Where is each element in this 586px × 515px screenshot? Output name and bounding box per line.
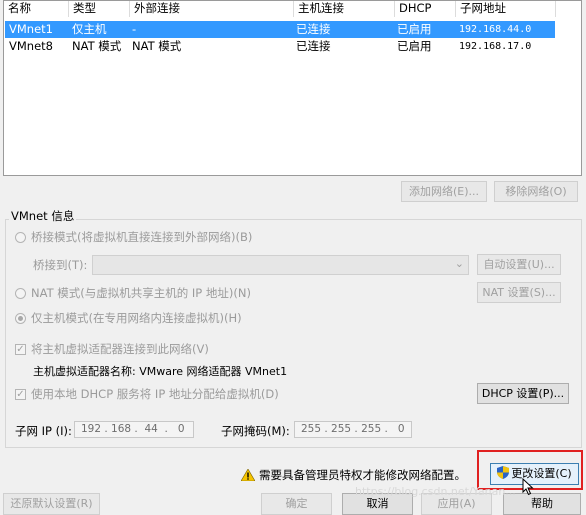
connect-adapter-checkbox[interactable]: ✓ — [15, 344, 26, 355]
row-subnet: 192.168.44.0 — [459, 24, 532, 35]
row-name: VMnet1 — [9, 22, 53, 36]
host-only-mode-radio[interactable] — [15, 313, 26, 324]
bridged-mode-label: 桥接模式(将虚拟机直接连接到外部网络)(B) — [31, 230, 253, 244]
column-header-host[interactable]: 主机连接 — [294, 1, 395, 17]
use-dhcp-checkbox[interactable]: ✓ — [15, 389, 26, 400]
admin-notice-text: 需要具备管理员特权才能修改网络配置。 — [259, 468, 466, 482]
change-settings-label: 更改设置(C) — [511, 467, 572, 480]
use-dhcp-label: 使用本地 DHCP 服务将 IP 地址分配给虚拟机(D) — [31, 387, 279, 401]
host-only-mode-label: 仅主机模式(在专用网络内连接虚拟机)(H) — [31, 311, 242, 325]
nat-mode-radio[interactable] — [15, 288, 26, 299]
bridged-to-dropdown[interactable]: ⌄ — [92, 255, 469, 275]
row-subnet: 192.168.17.0 — [459, 41, 532, 52]
column-header-subnet[interactable]: 子网地址 — [456, 1, 556, 17]
row-type: 仅主机 — [72, 22, 107, 36]
auto-settings-button[interactable]: 自动设置(U)... — [477, 254, 561, 275]
row-dhcp: 已启用 — [397, 22, 432, 36]
warning-triangle-icon — [240, 468, 256, 482]
subnet-mask-label: 子网掩码(M): — [221, 424, 290, 438]
nat-settings-button[interactable]: NAT 设置(S)... — [477, 282, 561, 303]
network-list[interactable]: 名称 类型 外部连接 主机连接 DHCP 子网地址 VMnet1 仅主机 - 已… — [3, 0, 582, 176]
admin-notice: 需要具备管理员特权才能修改网络配置。 — [240, 467, 466, 483]
adapter-name-label: 主机虚拟适配器名称: VMware 网络适配器 VMnet1 — [33, 365, 288, 378]
watermark: https://blog.csdn.net/Yanan... — [355, 485, 516, 498]
column-header-name[interactable]: 名称 — [4, 1, 69, 17]
row-external: NAT 模式 — [132, 39, 182, 53]
remove-network-button[interactable]: 移除网络(O) — [494, 181, 578, 202]
subnet-ip-field[interactable]: 192 . 168 . 44 . 0 — [74, 421, 194, 438]
column-header-external[interactable]: 外部连接 — [130, 1, 294, 17]
column-header-type[interactable]: 类型 — [69, 1, 130, 17]
dhcp-settings-button[interactable]: DHCP 设置(P)... — [477, 383, 569, 404]
row-host: 已连接 — [296, 39, 331, 53]
connect-adapter-label: 将主机虚拟适配器连接到此网络(V) — [31, 342, 209, 356]
vmnet-info-title: VMnet 信息 — [9, 208, 77, 224]
row-name: VMnet8 — [9, 39, 53, 53]
add-network-button[interactable]: 添加网络(E)... — [401, 181, 487, 202]
mouse-cursor-icon — [522, 478, 534, 496]
table-row[interactable]: VMnet1 仅主机 - 已连接 已启用 192.168.44.0 — [5, 21, 555, 38]
change-settings-button[interactable]: 更改设置(C) — [490, 463, 579, 485]
uac-shield-icon — [497, 466, 510, 479]
column-header-dhcp[interactable]: DHCP — [395, 1, 456, 17]
row-dhcp: 已启用 — [397, 39, 432, 53]
network-list-header: 名称 类型 外部连接 主机连接 DHCP 子网地址 — [4, 1, 581, 17]
subnet-mask-field[interactable]: 255 . 255 . 255 . 0 — [294, 421, 412, 438]
row-external: - — [132, 22, 137, 36]
chevron-down-icon: ⌄ — [454, 257, 464, 270]
table-row[interactable]: VMnet8 NAT 模式 NAT 模式 已连接 已启用 192.168.17.… — [5, 38, 555, 55]
nat-mode-label: NAT 模式(与虚拟机共享主机的 IP 地址)(N) — [31, 286, 251, 300]
bridged-mode-radio[interactable] — [15, 232, 26, 243]
row-type: NAT 模式 — [72, 39, 122, 53]
row-host: 已连接 — [296, 22, 331, 36]
subnet-ip-label: 子网 IP (I): — [15, 424, 72, 438]
bridged-to-label: 桥接到(T): — [33, 258, 88, 272]
